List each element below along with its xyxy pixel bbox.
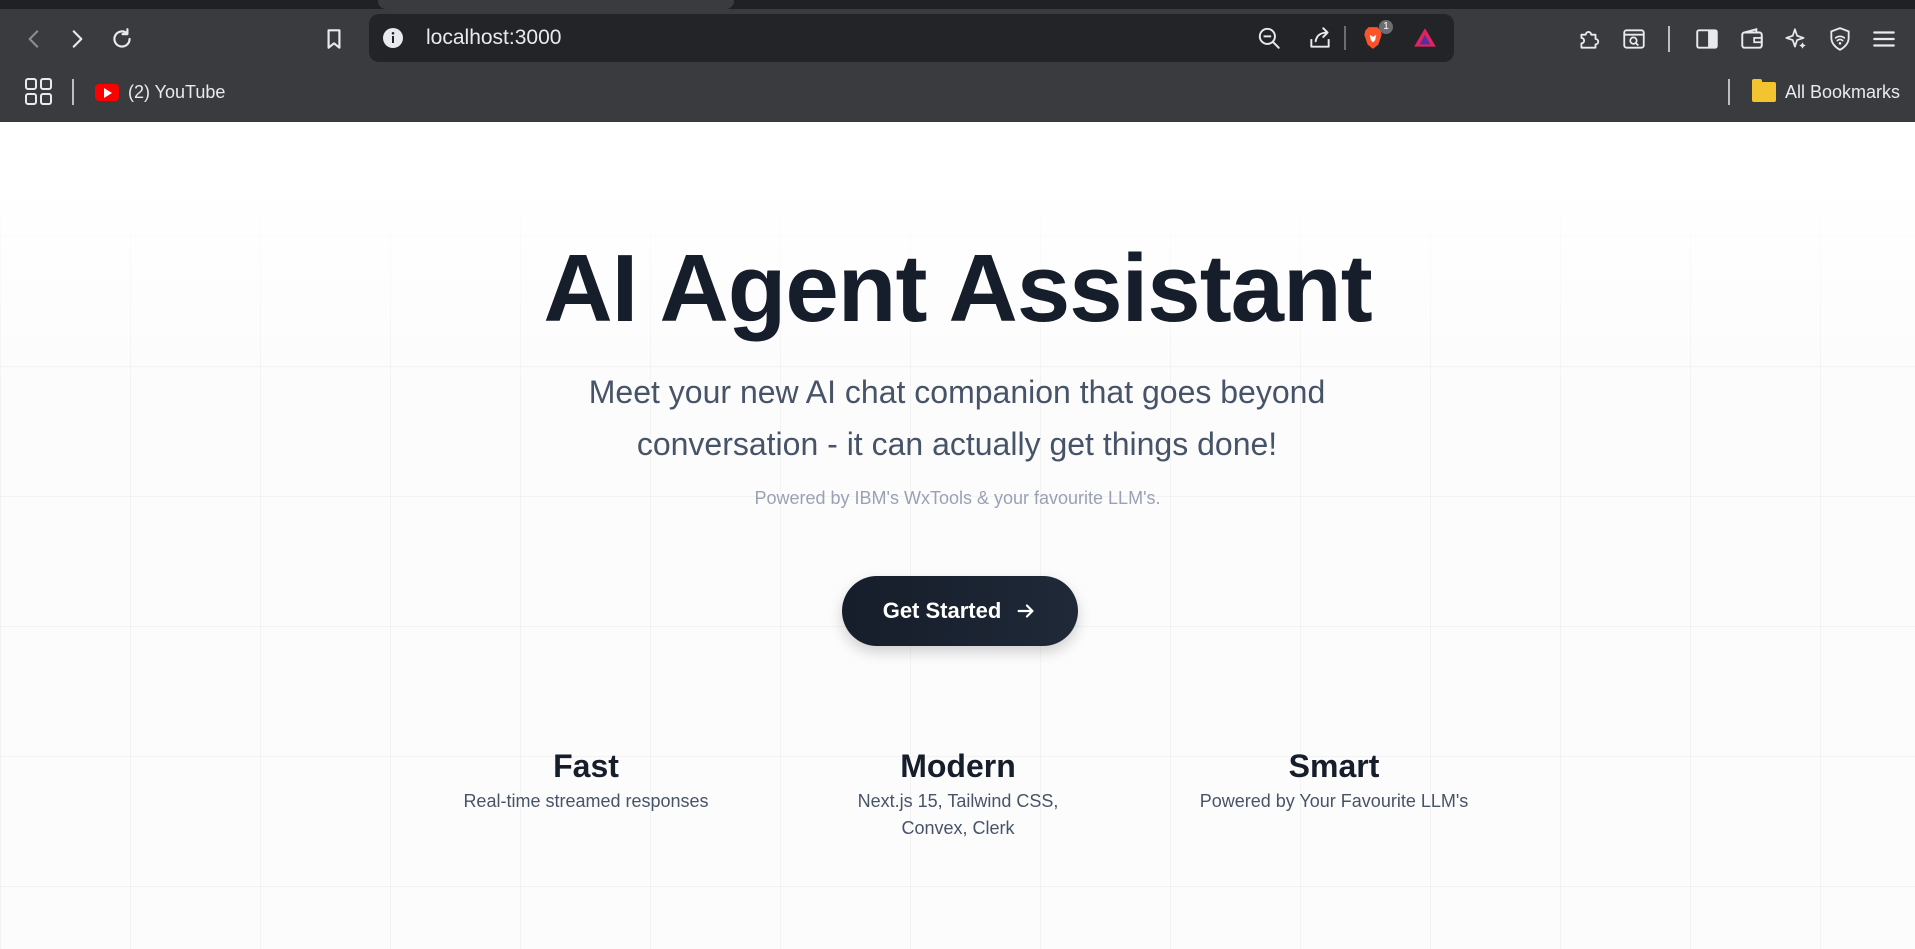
browser-chrome: localhost:3000 1 (2) YouTube All Bookmar… bbox=[0, 0, 1915, 122]
arrow-right-icon bbox=[1017, 604, 1034, 618]
bookmarks-divider bbox=[72, 79, 74, 105]
url-text[interactable]: localhost:3000 bbox=[426, 14, 561, 62]
youtube-icon bbox=[95, 83, 119, 101]
tab-strip bbox=[0, 0, 1915, 9]
site-info-icon[interactable] bbox=[379, 24, 407, 52]
zoom-out-icon[interactable] bbox=[1253, 22, 1285, 54]
feature-description: Next.js 15, Tailwind CSS, Convex, Clerk bbox=[857, 791, 1059, 838]
bookmark-label: (2) YouTube bbox=[128, 81, 226, 102]
chevron-right-icon bbox=[72, 30, 83, 48]
get-started-label: Get Started bbox=[882, 598, 1002, 623]
reading-search-button[interactable] bbox=[1616, 21, 1652, 57]
browser-toolbar: localhost:3000 1 bbox=[0, 14, 1915, 64]
bookmark-youtube[interactable]: (2) YouTube bbox=[95, 73, 225, 111]
get-started-button[interactable]: Get Started bbox=[842, 576, 1078, 646]
omnibox-divider bbox=[1344, 26, 1346, 50]
all-bookmarks-button[interactable]: All Bookmarks bbox=[1752, 73, 1900, 111]
apps-grid-icon bbox=[25, 78, 52, 105]
sidebar-icon bbox=[1696, 29, 1718, 49]
shields-count-badge: 1 bbox=[1379, 20, 1393, 34]
puzzle-icon bbox=[1580, 31, 1600, 49]
hamburger-menu-icon bbox=[1873, 31, 1895, 47]
bookmarks-divider-right bbox=[1728, 79, 1730, 105]
feature-card-fast: Fast Real-time streamed responses bbox=[436, 746, 736, 815]
feature-description: Real-time streamed responses bbox=[463, 791, 709, 811]
all-bookmarks-label: All Bookmarks bbox=[1785, 81, 1901, 102]
wallet-icon bbox=[1741, 27, 1763, 49]
bookmarks-bar: (2) YouTube All Bookmarks bbox=[0, 73, 1915, 111]
brave-rewards-icon[interactable] bbox=[1409, 22, 1441, 54]
vpn-shield-icon bbox=[1830, 27, 1850, 51]
address-bar[interactable]: localhost:3000 1 bbox=[369, 14, 1454, 62]
share-icon[interactable] bbox=[1304, 22, 1336, 54]
leo-ai-button[interactable] bbox=[1778, 21, 1814, 57]
forward-button[interactable] bbox=[59, 21, 95, 57]
feature-title: Modern bbox=[900, 748, 1016, 784]
vpn-button[interactable] bbox=[1822, 21, 1858, 57]
wallet-button[interactable] bbox=[1734, 21, 1770, 57]
hero-title: AI Agent Assistant bbox=[543, 235, 1372, 342]
sidebar-toggle-button[interactable] bbox=[1689, 21, 1725, 57]
bookmark-icon bbox=[327, 29, 341, 49]
feature-description: Powered by Your Favourite LLM's bbox=[1199, 791, 1469, 811]
feature-card-smart: Smart Powered by Your Favourite LLM's bbox=[1184, 746, 1484, 815]
toolbar-divider bbox=[1668, 26, 1670, 52]
active-tab[interactable] bbox=[378, 0, 734, 9]
apps-button[interactable] bbox=[24, 77, 54, 107]
feature-card-modern: Modern Next.js 15, Tailwind CSS, Convex,… bbox=[810, 746, 1106, 842]
main-menu-button[interactable] bbox=[1866, 21, 1902, 57]
bookmark-page-button[interactable] bbox=[316, 21, 352, 57]
back-button[interactable] bbox=[16, 21, 52, 57]
brave-shields-icon[interactable]: 1 bbox=[1357, 20, 1393, 54]
hero-subtitle: Meet your new AI chat companion that goe… bbox=[588, 374, 1326, 462]
feature-title: Fast bbox=[553, 748, 619, 784]
reload-button[interactable] bbox=[104, 21, 140, 57]
feature-title: Smart bbox=[1288, 748, 1380, 784]
powered-by-text: Powered by IBM's WxTools & your favourit… bbox=[754, 488, 1161, 508]
folder-icon bbox=[1752, 79, 1776, 102]
chevron-left-icon bbox=[28, 30, 39, 48]
reload-icon bbox=[113, 28, 131, 48]
sparkle-icon bbox=[1785, 28, 1806, 49]
tab-search-icon bbox=[1623, 29, 1645, 49]
page-viewport: AI Agent Assistant Meet your new AI chat… bbox=[0, 122, 1915, 949]
extensions-button[interactable] bbox=[1571, 21, 1607, 57]
